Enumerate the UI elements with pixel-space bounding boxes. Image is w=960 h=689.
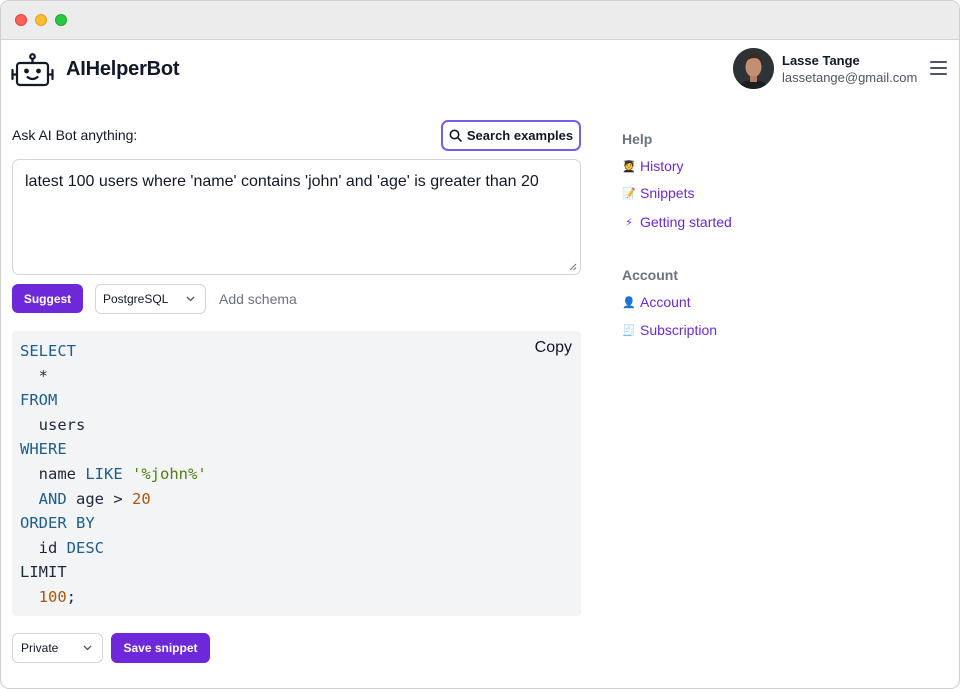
app-title: AIHelperBot — [66, 58, 180, 80]
copy-button[interactable]: Copy — [535, 339, 572, 357]
code-line: SELECT — [20, 339, 207, 364]
visibility-select[interactable]: Private — [12, 633, 103, 663]
code-token: 20 — [132, 489, 151, 508]
resize-grip-icon[interactable] — [569, 263, 577, 271]
code-line: FROM — [20, 388, 207, 413]
code-token: AND — [38, 489, 67, 508]
sidebar-item-account[interactable]: 👤 Account — [622, 294, 691, 310]
sidebar-item-label: Getting started — [640, 214, 732, 230]
maximize-window-button[interactable] — [55, 14, 67, 26]
help-heading: Help — [622, 131, 653, 147]
lightning-icon: ⚡ — [625, 216, 633, 229]
code-token: age > — [66, 489, 132, 508]
visibility-value: Private — [21, 641, 59, 655]
sql-code: SELECT * FROM users WHERE name LIKE '%john… — [20, 339, 207, 610]
code-line: AND age > 20 — [20, 487, 207, 512]
chevron-down-icon — [186, 296, 195, 302]
code-token: SELECT — [20, 342, 76, 360]
robot-logo-icon[interactable] — [11, 53, 54, 87]
code-token: users — [20, 415, 86, 434]
save-snippet-button[interactable]: Save snippet — [111, 633, 210, 663]
code-token: DESC — [66, 538, 104, 557]
user-email: lassetange@gmail.com — [782, 70, 918, 85]
sidebar-item-subscription[interactable]: 🧾 Subscription — [622, 322, 717, 338]
memo-icon: 📝 — [622, 187, 636, 200]
query-textarea[interactable]: latest 100 users where 'name' contains '… — [12, 159, 581, 275]
code-line: name LIKE '%john%' — [20, 462, 207, 487]
receipt-icon: 🧾 — [622, 324, 636, 337]
code-line: WHERE — [20, 437, 207, 462]
student-icon: 🧑‍🎓 — [622, 160, 636, 173]
sidebar-item-label: Snippets — [640, 185, 695, 201]
user-icon: 👤 — [622, 296, 636, 309]
search-examples-label: Search examples — [466, 128, 574, 143]
code-token: '%john%' — [132, 464, 207, 483]
code-line: id DESC — [20, 536, 207, 561]
code-token: LIMIT — [20, 563, 67, 582]
code-token: ; — [66, 587, 77, 606]
dialect-select[interactable]: PostgreSQL — [95, 284, 206, 314]
minimize-window-button[interactable] — [35, 14, 47, 26]
app-window: AIHelperBot Lasse Tange lassetange@gmail… — [0, 0, 960, 689]
user-avatar[interactable] — [733, 48, 774, 89]
code-token: name — [20, 464, 86, 483]
account-heading: Account — [622, 267, 678, 283]
app-header: AIHelperBot Lasse Tange lassetange@gmail… — [1, 41, 959, 99]
code-line: LIMIT — [20, 560, 207, 585]
sidebar-item-getting-started[interactable]: ⚡ Getting started — [622, 214, 732, 230]
code-token: 100 — [38, 587, 67, 606]
sidebar-item-snippets[interactable]: 📝 Snippets — [622, 185, 694, 201]
dialect-value: PostgreSQL — [103, 292, 169, 306]
sql-result-block: SELECT * FROM users WHERE name LIKE '%john… — [12, 331, 581, 616]
code-line: users — [20, 413, 207, 438]
code-token: FROM — [20, 391, 58, 410]
code-token: ORDER BY — [20, 514, 95, 533]
close-window-button[interactable] — [15, 14, 27, 26]
hamburger-menu-icon[interactable] — [929, 59, 949, 77]
search-examples-button[interactable]: Search examples — [441, 120, 581, 151]
code-line: ORDER BY — [20, 511, 207, 536]
chevron-down-icon — [83, 645, 92, 651]
search-icon — [449, 129, 462, 142]
code-token: id — [20, 538, 67, 557]
user-name: Lasse Tange — [782, 53, 860, 68]
title-bar — [1, 1, 959, 40]
sidebar-item-label: Account — [640, 294, 691, 310]
query-text: latest 100 users where 'name' contains '… — [25, 173, 539, 190]
sidebar-item-history[interactable]: 🧑‍🎓 History — [622, 158, 684, 174]
ask-label: Ask AI Bot anything: — [12, 127, 138, 143]
code-token: WHERE — [20, 440, 67, 459]
code-line: 100; — [20, 585, 207, 610]
code-token: * — [20, 366, 48, 385]
sidebar-item-label: History — [640, 158, 684, 174]
suggest-button[interactable]: Suggest — [12, 284, 83, 313]
add-schema-link[interactable]: Add schema — [219, 291, 297, 307]
code-token: LIKE — [85, 464, 123, 483]
sidebar-item-label: Subscription — [640, 322, 718, 338]
code-line: * — [20, 364, 207, 389]
